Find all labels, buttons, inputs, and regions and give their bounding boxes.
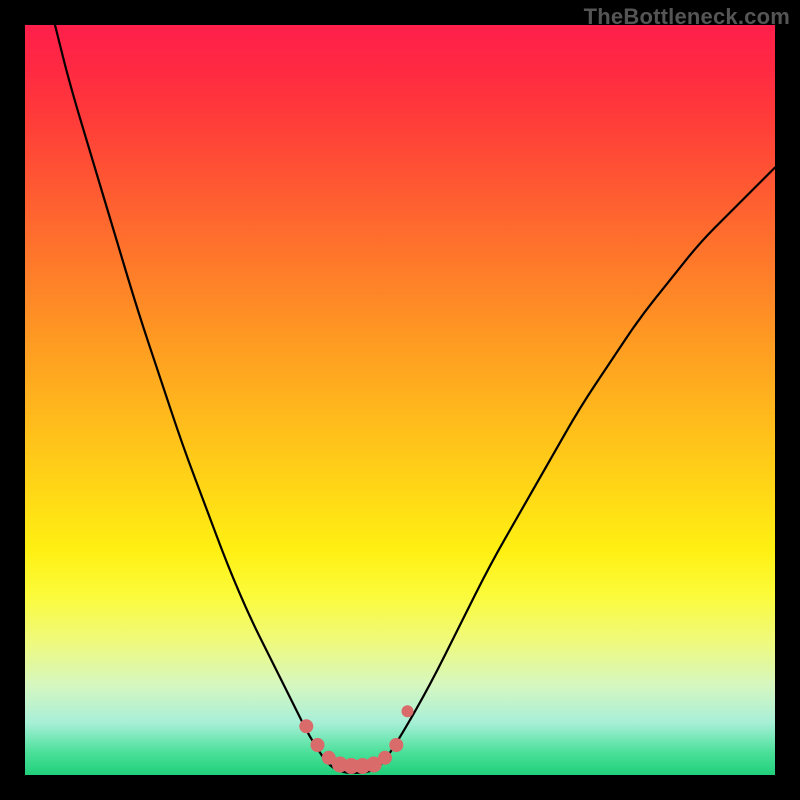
valley-dot [402,705,414,717]
valley-dot [311,738,325,752]
chart-stage: TheBottleneck.com [0,0,800,800]
bottleneck-curve [55,25,775,773]
plot-area [25,25,775,775]
valley-dot [389,738,403,752]
valley-dot [299,719,313,733]
valley-dot [378,751,392,765]
valley-dots-group [299,705,413,774]
curve-overlay [25,25,775,775]
